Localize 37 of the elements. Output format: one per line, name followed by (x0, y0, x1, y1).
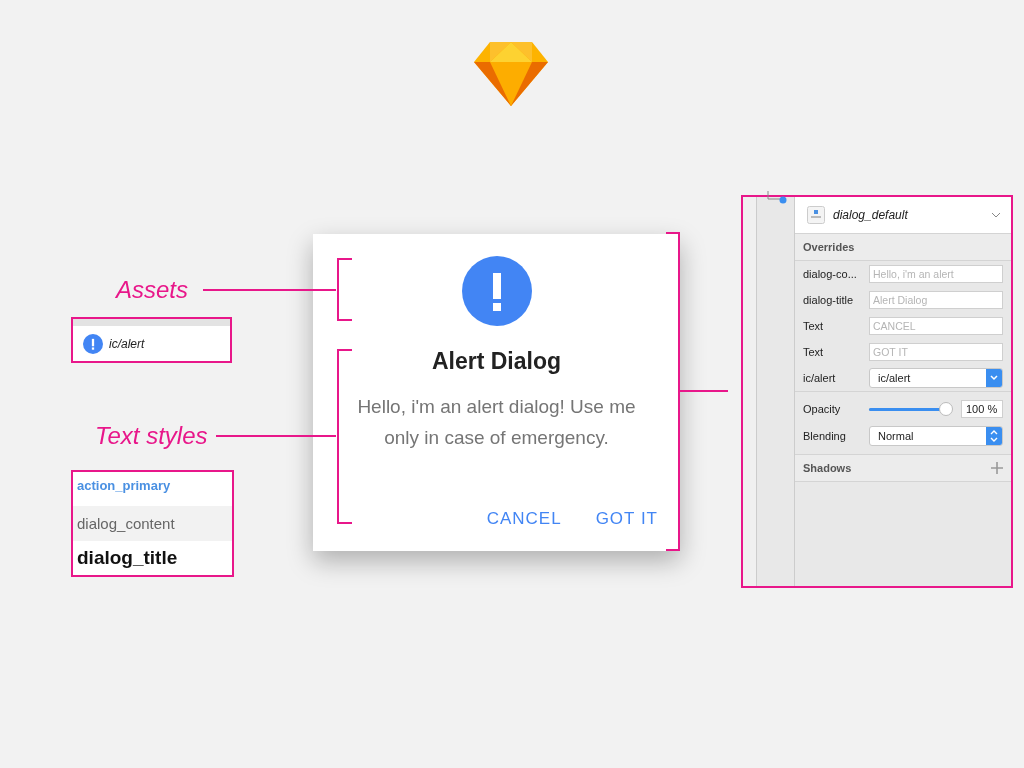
text-style-name: action_primary (77, 478, 171, 493)
dialog-action-button[interactable]: CANCEL (484, 507, 564, 531)
dialog-action-button[interactable]: GOT IT (593, 507, 660, 531)
chevron-down-icon (990, 375, 998, 381)
opacity-label: Opacity (803, 403, 842, 415)
blending-select[interactable]: Normal (869, 426, 1003, 446)
up-down-chevron-icon (990, 430, 998, 442)
alert-icon (461, 256, 532, 326)
chevron-down-icon[interactable] (991, 211, 1001, 219)
symbol-icon (807, 206, 825, 224)
asset-name: ic/alert (109, 336, 145, 351)
symbol-name: dialog_default (833, 208, 909, 222)
layer-icon (766, 191, 787, 205)
text-style-name: dialog_title (77, 546, 178, 569)
dialog-title: Alert Dialog (431, 348, 562, 375)
override-label: dialog-title (803, 294, 855, 306)
dialog-content: Hello, i'm an alert dialog! Use me only in case of emergency. (356, 395, 637, 450)
add-icon[interactable] (991, 462, 1003, 474)
override-field[interactable]: Alert Dialog (869, 291, 1003, 309)
override-label: Text (803, 320, 825, 332)
override-field[interactable]: CANCEL (869, 317, 1003, 335)
blending-label: Blending (803, 430, 847, 442)
override-label: dialog-co... (803, 268, 858, 280)
override-field[interactable]: GOT IT (869, 343, 1003, 361)
bracket (337, 258, 353, 321)
override-field[interactable]: Hello, i'm an alert (869, 265, 1003, 283)
annotation-label: Assets (116, 276, 189, 304)
alert-icon (83, 333, 103, 354)
override-label: Text (803, 346, 825, 358)
section-header: Shadows (803, 462, 852, 474)
override-label: ic/alert (803, 372, 837, 384)
leader-line (679, 390, 729, 392)
text-style-name: dialog_content (77, 515, 175, 532)
section-header: Overrides (803, 241, 855, 253)
annotation-label: Text styles (95, 422, 208, 450)
override-select[interactable]: ic/alert (869, 368, 1003, 388)
opacity-field[interactable]: 100 % (961, 400, 1003, 418)
